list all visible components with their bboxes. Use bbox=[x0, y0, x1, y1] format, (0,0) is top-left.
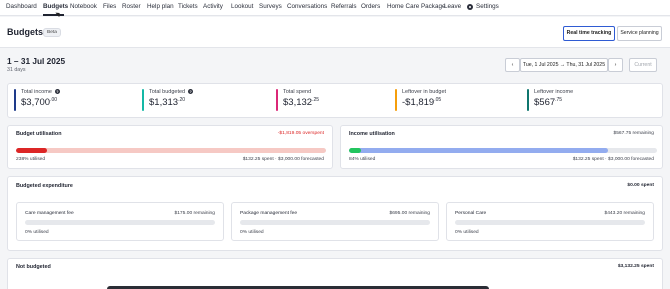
chevron-left-icon: ‹ bbox=[511, 62, 514, 68]
not-budgeted-title: Not budgeted bbox=[16, 264, 51, 270]
expense-item-remaining: $175.00 remaining bbox=[174, 211, 215, 216]
expense-item-remaining: $443.20 remaining bbox=[604, 211, 645, 216]
metric-cents: .05 bbox=[434, 97, 442, 103]
metric-value: $3,132 bbox=[283, 97, 313, 109]
beta-badge: Beta bbox=[43, 28, 61, 37]
page-title: Budgets bbox=[7, 27, 43, 37]
info-icon[interactable]: ? bbox=[54, 89, 60, 95]
nav-surveys[interactable]: Surveys bbox=[259, 3, 282, 10]
expense-item-name: Package management fee bbox=[240, 211, 298, 216]
expense-item-name: Care management fee bbox=[25, 211, 74, 216]
expense-item-package-management-fee[interactable]: Package management fee $695.00 remaining… bbox=[231, 202, 439, 241]
next-period-button[interactable]: › bbox=[608, 58, 623, 72]
budgeted-expenditure-title: Budgeted expenditure bbox=[16, 183, 73, 189]
income-utilised-percent: 84% utilised bbox=[349, 157, 376, 162]
period-range: 1 – 31 Jul 2025 bbox=[7, 56, 66, 66]
expense-item-utilised: 0% utilised bbox=[240, 230, 264, 235]
top-navigation: Dashboard Budgets Notebook Files Roster … bbox=[0, 0, 670, 18]
nav-notebook[interactable]: Notebook bbox=[70, 3, 97, 10]
nav-home-care-package[interactable]: Home Care Package bbox=[387, 3, 445, 10]
current-period-button[interactable]: Current bbox=[629, 58, 657, 72]
info-icon[interactable]: ? bbox=[188, 89, 194, 95]
metric-value: $3,700 bbox=[21, 97, 51, 109]
nav-help-plan[interactable]: Help plan bbox=[147, 3, 174, 10]
budget-progress-bar bbox=[16, 148, 326, 153]
metric-leftover-income: Leftover income $567.75 bbox=[527, 89, 627, 113]
metric-color-bar bbox=[14, 89, 16, 111]
nav-orders[interactable]: Orders bbox=[361, 3, 380, 10]
nav-files[interactable]: Files bbox=[103, 3, 116, 10]
expense-item-progress bbox=[25, 220, 215, 225]
period-days: 31 days bbox=[7, 67, 26, 73]
expense-item-utilised: 0% utilised bbox=[25, 230, 49, 235]
income-progress-fill bbox=[349, 148, 362, 153]
expense-item-name: Personal Care bbox=[455, 211, 487, 216]
nav-dashboard[interactable]: Dashboard bbox=[6, 3, 37, 10]
tab-service-planning[interactable]: Service planning bbox=[617, 26, 662, 41]
metric-total-spend: Total spend $3,132.25 bbox=[276, 89, 376, 113]
budgeted-expenditure-total: $0.00 spent bbox=[627, 183, 654, 188]
metric-label: Total income bbox=[21, 89, 52, 95]
metric-total-income: Total income? $3,700.00 bbox=[14, 89, 114, 113]
budget-utilised-percent: 238% utilised bbox=[16, 157, 46, 162]
metric-label: Total spend bbox=[283, 89, 312, 95]
not-budgeted-card: Not budgeted $3,132.25 spent bbox=[7, 258, 663, 289]
nav-referrals[interactable]: Referrals bbox=[331, 3, 357, 10]
income-utilisation-title: Income utilisation bbox=[349, 131, 395, 137]
metric-leftover-in-budget: Leftover in budget -$1,819.05 bbox=[395, 89, 495, 113]
nav-budgets[interactable]: Budgets bbox=[43, 3, 68, 10]
expense-item-personal-care[interactable]: Personal Care $443.20 remaining 0% utili… bbox=[446, 202, 654, 241]
nav-conversations[interactable]: Conversations bbox=[287, 3, 327, 10]
nav-tickets[interactable]: Tickets bbox=[178, 3, 198, 10]
budget-spent-forecast: $132.25 spent · $3,000.00 forecasted bbox=[242, 157, 324, 162]
metric-label: Total budgeted bbox=[149, 89, 186, 95]
expense-item-utilised: 0% utilised bbox=[455, 230, 479, 235]
metric-label: Leftover in budget bbox=[402, 89, 447, 95]
nav-activity[interactable]: Activity bbox=[203, 3, 223, 10]
income-spent-forecast: $132.25 spent · $3,000.00 forecasted bbox=[572, 157, 654, 162]
budgeted-expenditure-card: Budgeted expenditure $0.00 spent Care ma… bbox=[7, 176, 663, 251]
budget-overspent-status: -$1,819.05 overspent bbox=[277, 131, 324, 136]
metric-value: $567 bbox=[534, 97, 556, 109]
expense-item-progress bbox=[455, 220, 645, 225]
expense-item-remaining: $695.00 remaining bbox=[389, 211, 430, 216]
metric-cents: .75 bbox=[555, 97, 563, 103]
date-range-picker[interactable]: Tue, 1 Jul 2025 → Thu, 31 Jul 2025 bbox=[520, 58, 608, 72]
income-progress-bar bbox=[349, 148, 657, 153]
income-remaining-status: $567.75 remaining bbox=[613, 131, 654, 136]
metric-label: Leftover income bbox=[534, 89, 574, 95]
nav-lookout[interactable]: Lookout bbox=[231, 3, 253, 10]
budget-progress-fill bbox=[16, 148, 47, 153]
metric-cents: .25 bbox=[312, 97, 320, 103]
budget-utilisation-title: Budget utilisation bbox=[16, 131, 62, 137]
budget-utilisation-card: Budget utilisation -$1,819.05 overspent … bbox=[7, 125, 333, 169]
expense-item-care-management-fee[interactable]: Care management fee $175.00 remaining 0%… bbox=[16, 202, 224, 241]
nav-roster[interactable]: Roster bbox=[122, 3, 141, 10]
not-budgeted-total: $3,132.25 spent bbox=[617, 264, 654, 269]
income-progress-rest bbox=[349, 148, 608, 153]
page-header: Budgets Beta Real time tracking Service … bbox=[0, 17, 670, 48]
metric-cents: .00 bbox=[50, 97, 58, 103]
previous-period-button[interactable]: ‹ bbox=[505, 58, 520, 72]
metric-color-bar bbox=[276, 89, 278, 111]
metric-color-bar bbox=[527, 89, 529, 111]
tab-real-time-tracking[interactable]: Real time tracking bbox=[563, 26, 615, 41]
expense-item-progress bbox=[240, 220, 430, 225]
metric-color-bar bbox=[395, 89, 397, 111]
metric-total-budgeted: Total budgeted? $1,313.20 bbox=[142, 89, 242, 113]
nav-settings[interactable]: Settings bbox=[476, 3, 499, 10]
budget-progress-rest bbox=[16, 148, 326, 153]
chevron-right-icon: › bbox=[614, 62, 617, 68]
nav-leave[interactable]: Leave bbox=[444, 3, 461, 10]
metric-color-bar bbox=[142, 89, 144, 111]
metric-value: $1,313 bbox=[149, 97, 179, 109]
metric-cents: .20 bbox=[178, 97, 186, 103]
income-utilisation-card: Income utilisation $567.75 remaining 84%… bbox=[340, 125, 663, 169]
metric-value: -$1,819 bbox=[402, 97, 435, 109]
gear-icon[interactable] bbox=[467, 4, 473, 10]
